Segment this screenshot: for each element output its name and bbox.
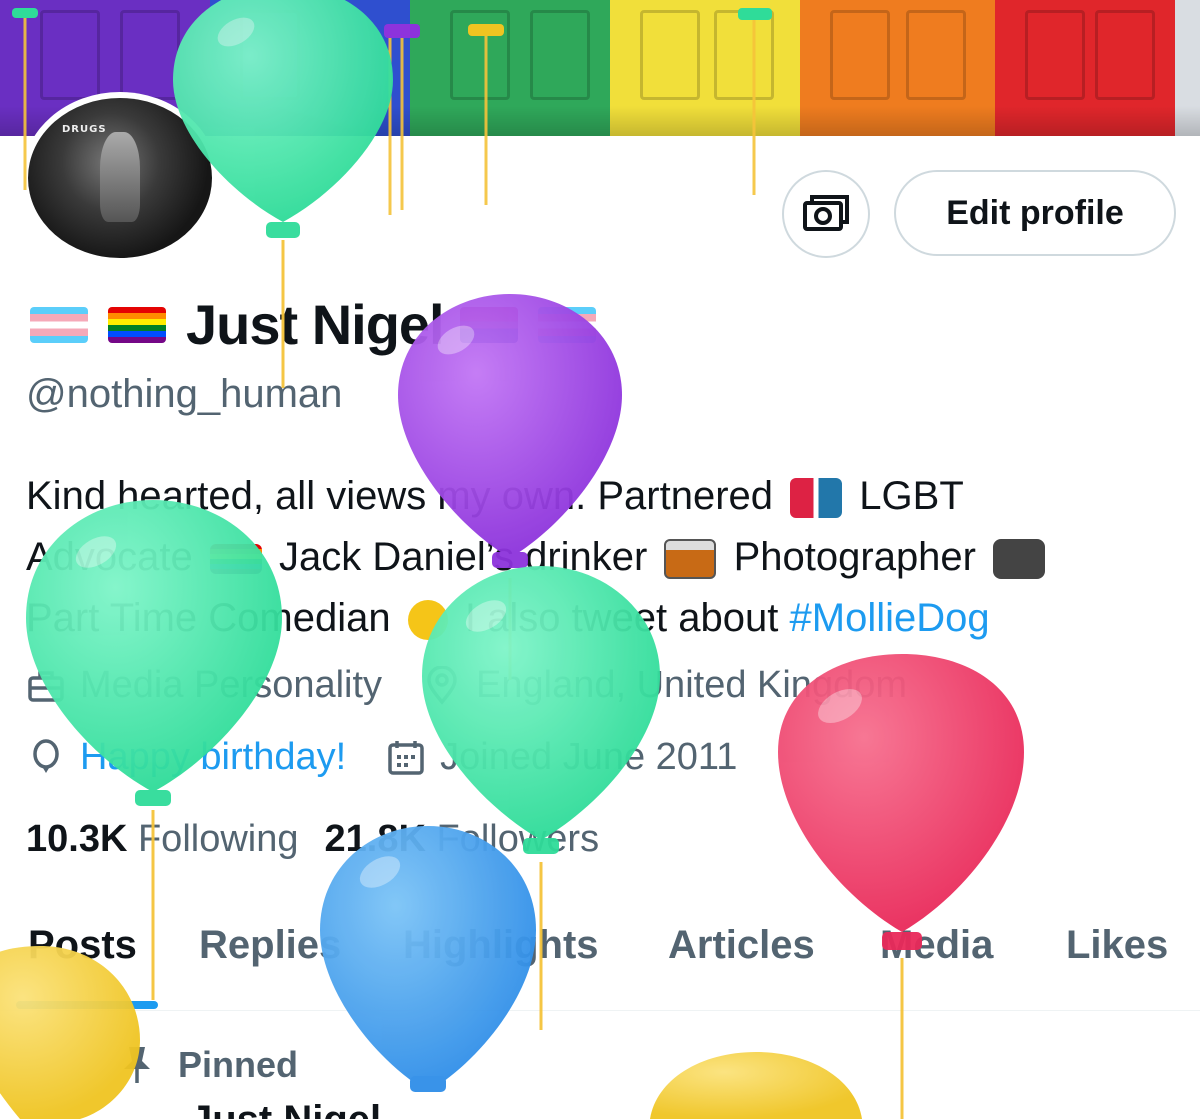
calendar-icon [388,740,424,775]
following-label: Following [137,818,299,860]
edit-profile-button[interactable]: Edit profile [894,170,1176,256]
balloon-yellow-2 [650,1052,862,1119]
bio-line3-a: Part Time Comedian [26,596,391,640]
trans-flag-emoji-2 [537,306,596,343]
followers-label: Followers [436,818,600,860]
trans-flag-emoji [30,306,88,343]
avatar-sign-text: DRUGS [62,124,107,135]
bio-line2-b: Jack Daniel’s drinker [279,535,648,579]
birthday-item[interactable]: Happy birthday! [26,736,346,779]
profile-avatar[interactable]: DRUGS [22,92,218,264]
balloon-icon [33,738,59,773]
profile-meta-row-2: Happy birthday! Joined June 2011 [26,736,777,779]
tab-media[interactable]: Media [880,923,993,968]
couple-emoji [790,478,843,519]
category-item: Media Personality [26,664,382,707]
profile-tabs: Posts Replies Highlights Articles Media … [0,905,1200,1011]
rainbow-flag-emoji [108,306,166,343]
birthday-text[interactable]: Happy birthday! [80,736,346,779]
follow-stats: 10.3K Following 21.8K Followers [26,818,599,861]
active-tab-indicator [16,1001,158,1009]
tab-highlights[interactable]: Highlights [403,923,599,968]
bio-line1-a: Kind hearted, all views my own. Partnere… [26,474,774,518]
camera-add-icon [803,195,849,231]
following-link[interactable]: 10.3K Following [26,818,299,860]
location-text: England, United Kingdom [476,664,907,706]
bio-line1-b: LGBT [859,474,964,518]
bio-line3-b: I also tweet about [464,596,779,640]
banner-camera-button[interactable] [782,170,870,258]
tab-replies[interactable]: Replies [199,923,341,968]
joined-item: Joined June 2011 [386,736,737,779]
location-item: England, United Kingdom [422,664,907,707]
pinned-label: Pinned [178,1044,299,1085]
location-pin-icon [427,665,457,705]
display-name-row: Just Nigel [30,292,616,357]
followers-count: 21.8K [324,818,426,860]
bio-line2-c: Photographer [733,535,976,579]
pin-icon [124,1047,150,1083]
laughing-emoji [407,600,448,641]
bi-flag-emoji [459,306,518,343]
tab-articles[interactable]: Articles [668,923,815,968]
user-handle: @nothing_human [26,372,343,416]
rainbow-flag-emoji-bio [209,544,262,575]
pinned-label-row: Pinned [120,1044,298,1086]
pinned-post-author[interactable]: Just Nigel [190,1098,381,1119]
category-text: Media Personality [80,664,383,706]
profile-bio: Kind hearted, all views my own. Partnere… [26,466,1176,649]
whisky-glass-emoji [664,539,717,580]
bio-line2-a: Advocate [26,535,193,579]
following-count: 10.3K [26,818,128,860]
joined-text: Joined June 2011 [440,736,738,778]
profile-meta-row-1: Media Personality England, United Kingdo… [26,664,947,707]
hashtag-link[interactable]: #MollieDog [790,596,990,640]
briefcase-icon [28,670,64,702]
followers-link[interactable]: 21.8K Followers [325,818,600,860]
tab-posts[interactable]: Posts [28,923,137,968]
balloon-red [778,654,1024,1119]
display-name: Just Nigel [186,293,445,356]
avatar-photo: DRUGS [28,98,212,258]
tab-likes[interactable]: Likes [1066,923,1168,968]
camera-flash-emoji [993,539,1046,580]
